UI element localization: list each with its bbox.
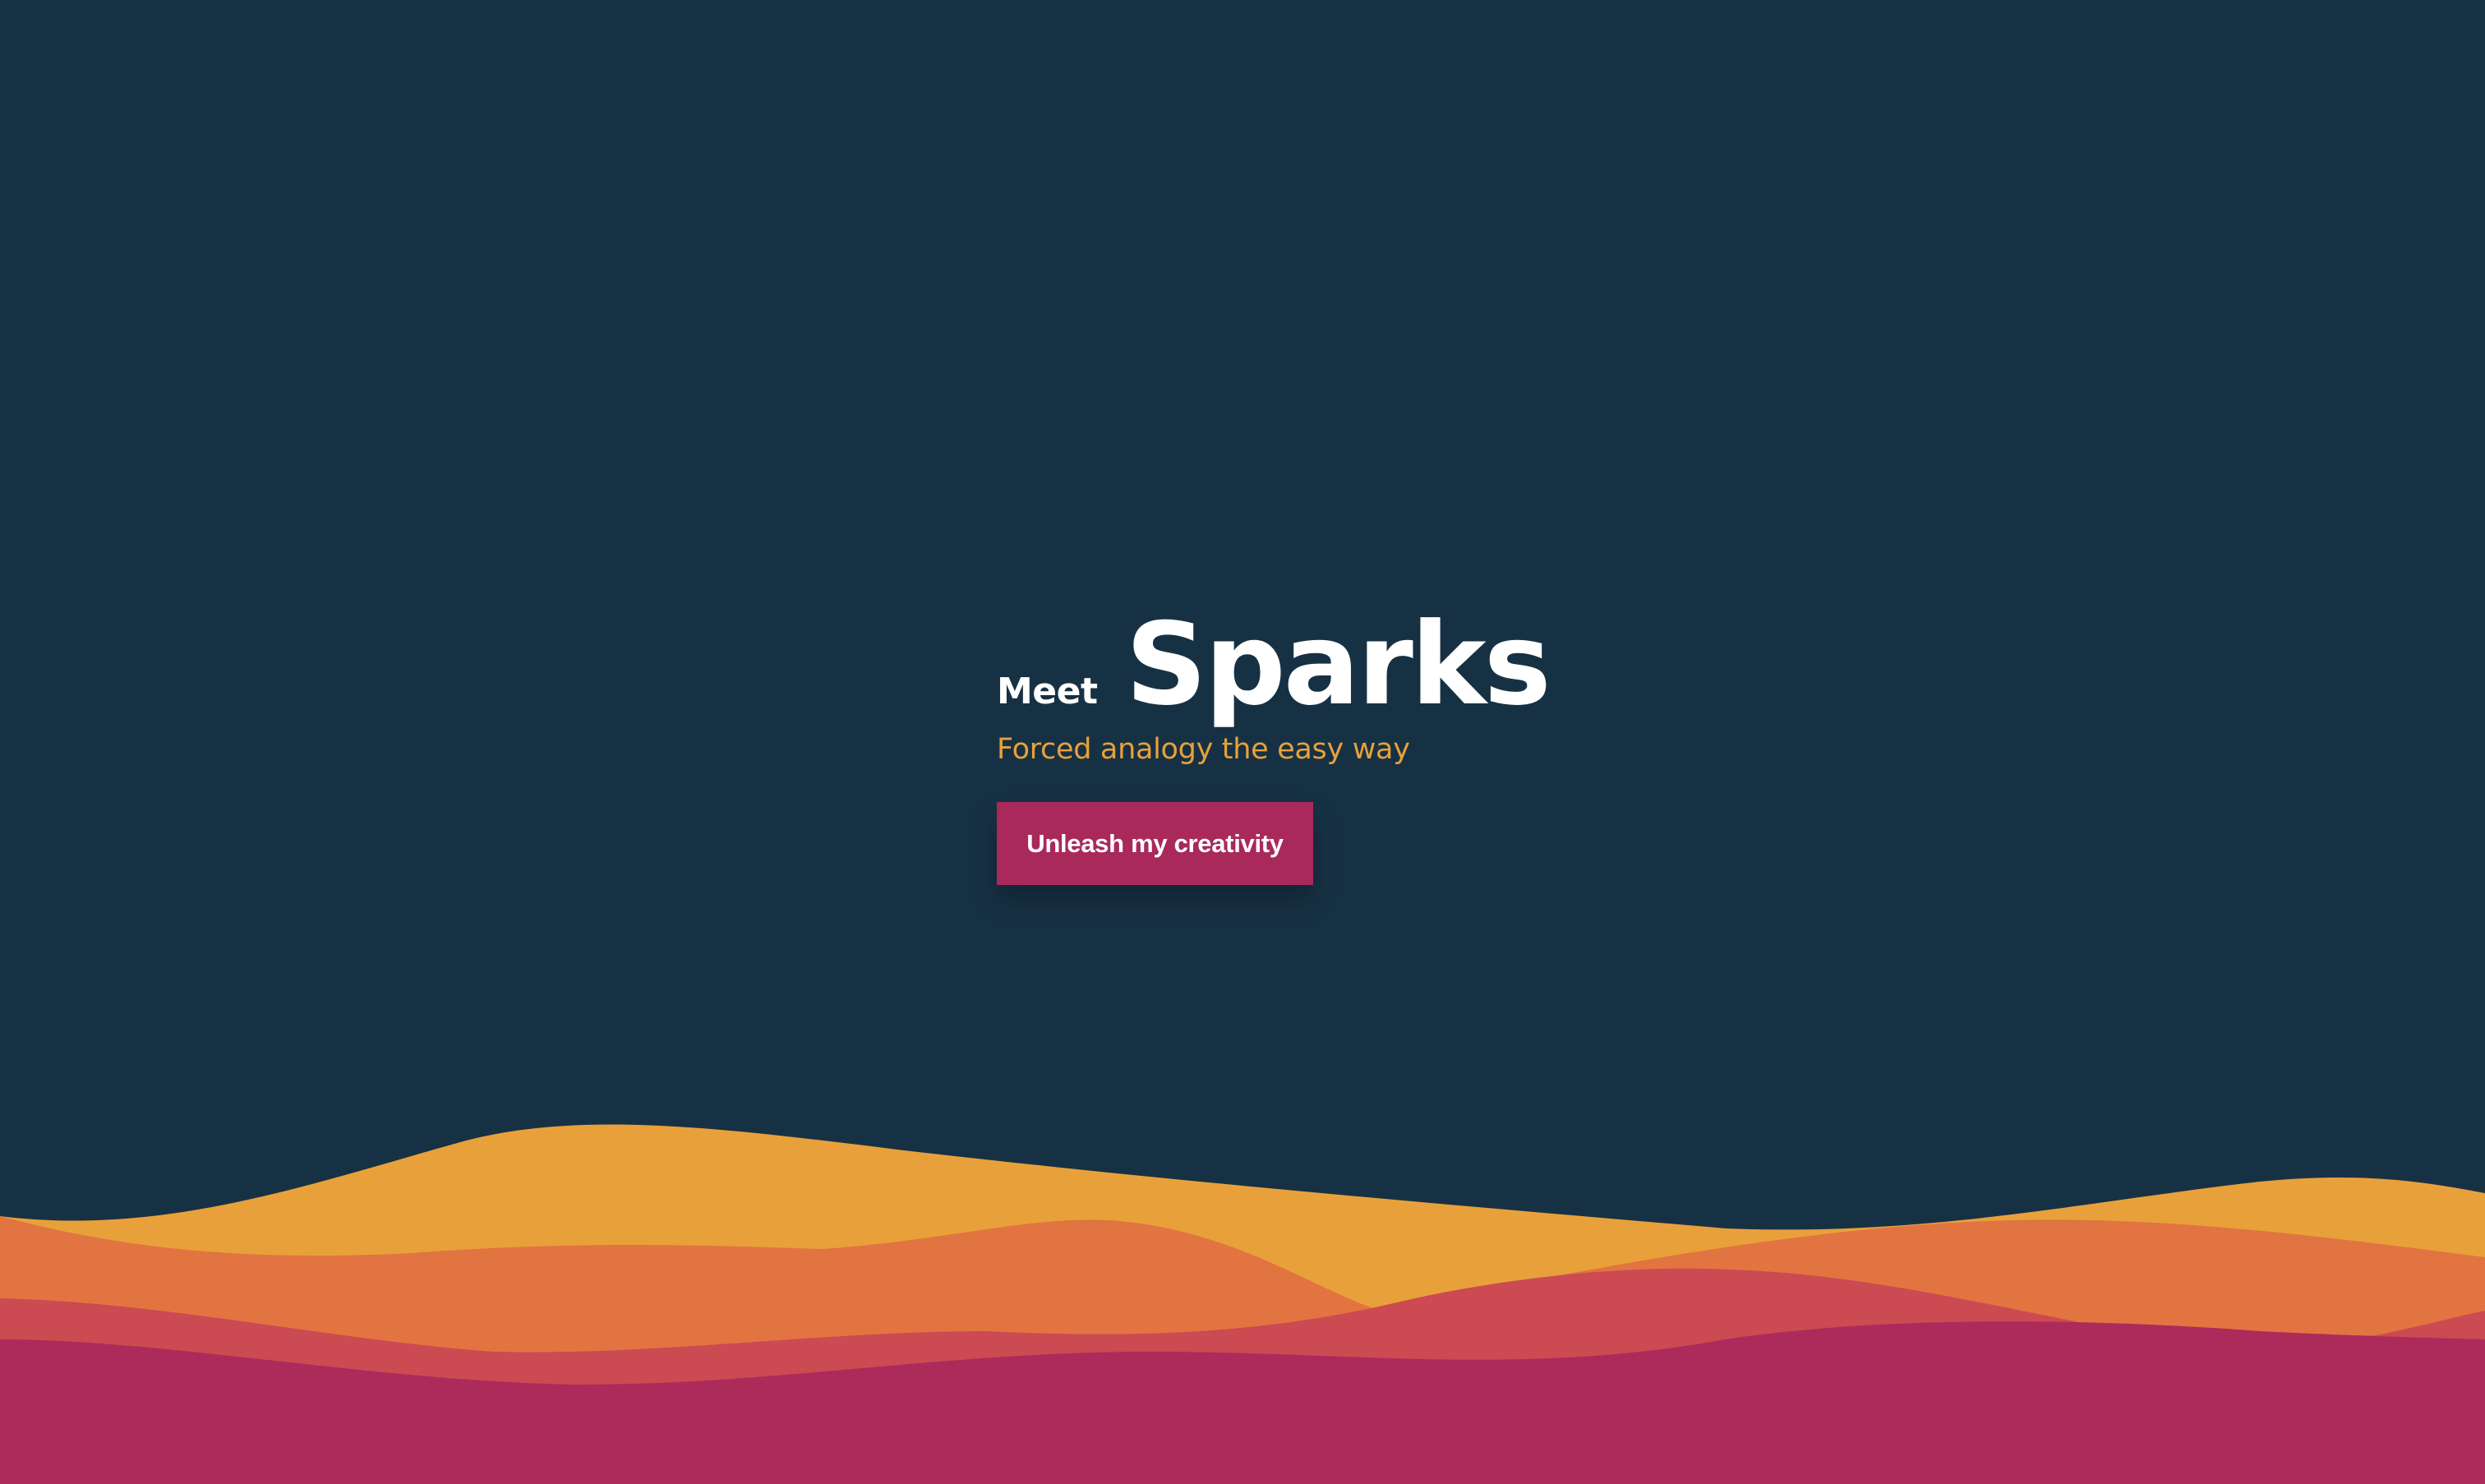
wave-decoration xyxy=(0,1124,2485,1484)
tagline: Forced analogy the easy way xyxy=(997,733,1410,766)
unleash-creativity-button[interactable]: Unleash my creativity xyxy=(997,802,1313,885)
meet-label: Meet xyxy=(997,671,1098,712)
landing-page: Meet Sparks Forced analogy the easy way … xyxy=(0,0,2485,1484)
brand-name: Sparks xyxy=(1125,598,1551,730)
hero-title: Meet Sparks xyxy=(997,608,1736,731)
hero-section: Meet Sparks Forced analogy the easy way … xyxy=(997,608,1736,885)
